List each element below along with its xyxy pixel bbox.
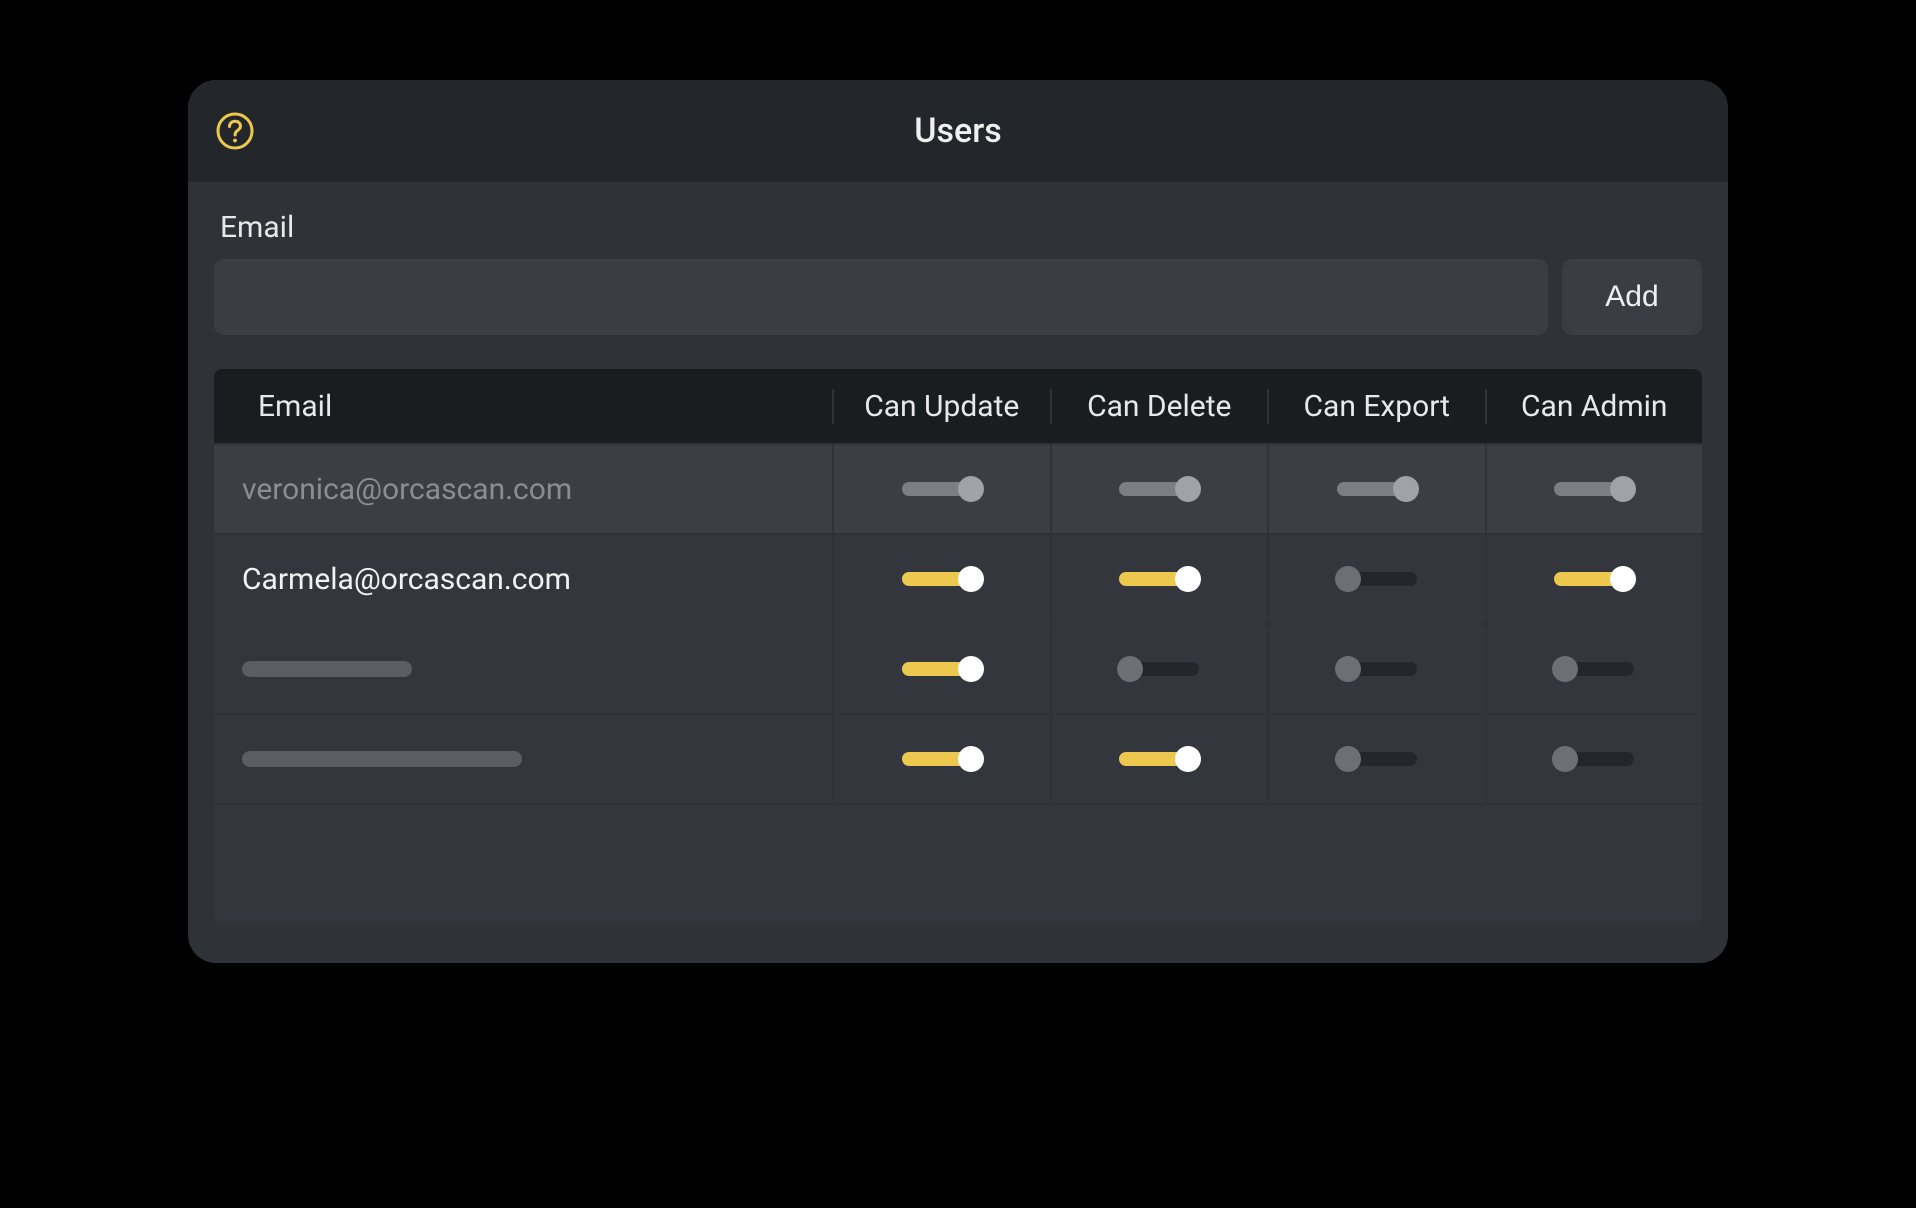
email-input[interactable] xyxy=(214,259,1548,335)
add-user-button[interactable]: Add xyxy=(1562,259,1702,335)
cell-can-delete xyxy=(1052,715,1270,803)
table-row: veronica@orcascan.com xyxy=(214,443,1702,533)
cell-can-export xyxy=(1269,535,1487,623)
cell-email xyxy=(214,715,834,803)
toggle-can-export xyxy=(1337,477,1417,501)
cell-can-delete xyxy=(1052,445,1270,533)
cell-can-delete xyxy=(1052,625,1270,713)
cell-can-admin xyxy=(1487,715,1703,803)
toggle-can-delete[interactable] xyxy=(1119,657,1199,681)
cell-can-delete xyxy=(1052,535,1270,623)
toggle-can-export[interactable] xyxy=(1337,567,1417,591)
toggle-can-update xyxy=(902,477,982,501)
col-can-admin: Can Admin xyxy=(1487,389,1703,424)
toggle-can-admin xyxy=(1554,477,1634,501)
cell-can-update xyxy=(834,625,1052,713)
cell-can-export xyxy=(1269,715,1487,803)
email-placeholder xyxy=(242,751,522,767)
cell-can-admin xyxy=(1487,445,1703,533)
cell-email: Carmela@orcascan.com xyxy=(214,535,834,623)
panel-header: Users xyxy=(188,80,1728,182)
users-panel: Users Email Add Email Can Update Can Del… xyxy=(188,80,1728,963)
cell-can-update xyxy=(834,535,1052,623)
cell-can-export xyxy=(1269,625,1487,713)
toggle-can-export[interactable] xyxy=(1337,657,1417,681)
add-user-row: Add xyxy=(214,259,1702,335)
help-icon[interactable] xyxy=(214,110,256,152)
cell-can-update xyxy=(834,445,1052,533)
cell-can-admin xyxy=(1487,535,1703,623)
toggle-can-delete[interactable] xyxy=(1119,567,1199,591)
toggle-can-update[interactable] xyxy=(902,747,982,771)
toggle-can-update[interactable] xyxy=(902,567,982,591)
toggle-can-admin[interactable] xyxy=(1554,747,1634,771)
col-can-update: Can Update xyxy=(834,389,1052,424)
toggle-can-update[interactable] xyxy=(902,657,982,681)
cell-email: veronica@orcascan.com xyxy=(214,445,834,533)
toggle-can-delete[interactable] xyxy=(1119,747,1199,771)
table-row xyxy=(214,623,1702,713)
toggle-can-delete xyxy=(1119,477,1199,501)
col-email: Email xyxy=(214,389,834,424)
panel-title: Users xyxy=(914,111,1001,151)
table-header: Email Can Update Can Delete Can Export C… xyxy=(214,369,1702,443)
toggle-can-export[interactable] xyxy=(1337,747,1417,771)
toggle-can-admin[interactable] xyxy=(1554,657,1634,681)
cell-can-update xyxy=(834,715,1052,803)
table-row xyxy=(214,713,1702,803)
col-can-delete: Can Delete xyxy=(1052,389,1270,424)
toggle-can-admin[interactable] xyxy=(1554,567,1634,591)
users-table: Email Can Update Can Delete Can Export C… xyxy=(214,369,1702,923)
table-row: Carmela@orcascan.com xyxy=(214,533,1702,623)
col-can-export: Can Export xyxy=(1269,389,1487,424)
email-text: Carmela@orcascan.com xyxy=(242,562,571,597)
email-text: veronica@orcascan.com xyxy=(242,472,572,507)
email-placeholder xyxy=(242,661,412,677)
panel-body: Email Add Email Can Update Can Delete Ca… xyxy=(188,182,1728,963)
table-body: veronica@orcascan.com Carmela@orcascan.co… xyxy=(214,443,1702,803)
cell-email xyxy=(214,625,834,713)
table-footer-space xyxy=(214,803,1702,923)
email-label: Email xyxy=(220,210,1702,245)
cell-can-export xyxy=(1269,445,1487,533)
cell-can-admin xyxy=(1487,625,1703,713)
